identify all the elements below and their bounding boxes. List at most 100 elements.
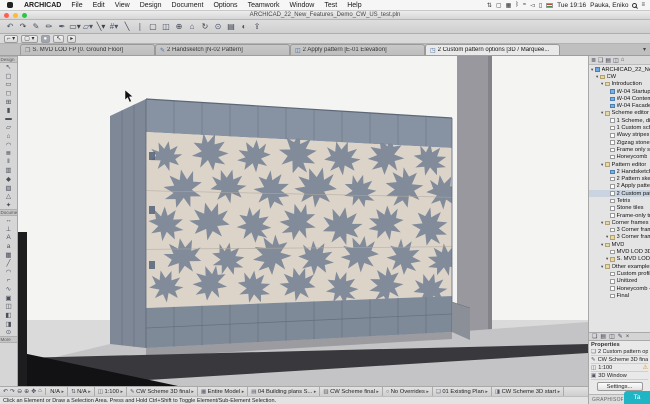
shell-tool[interactable]: ◠ [2,140,16,149]
tab-overflow-button[interactable]: ▾ [643,46,646,53]
navigator-item[interactable]: 2 Pattern sketch [589,175,650,182]
select-mode-button[interactable]: ● [40,34,51,43]
mesh-tool[interactable]: △ [2,192,16,201]
up-level-icon[interactable]: ❏ [598,57,603,64]
navigator-item[interactable]: Wavy stripes [589,132,650,139]
navigator-item[interactable]: CW [589,73,650,80]
slab-tool[interactable]: ▱ [2,123,16,132]
tab-ground-floor[interactable]: ❐ S. MVD LOD FP [0. Ground Floor] [20,44,155,55]
menu-item[interactable]: Test [319,2,342,9]
navigator-item[interactable]: Honeycomb - win [589,285,650,292]
edit-palette-icon[interactable]: ✎ [618,333,623,340]
marquee-tool-dropdown[interactable]: ▢ ▾ [21,34,38,43]
menu-item[interactable]: Help [342,2,366,9]
marquee-icon[interactable]: ▢ [147,21,159,32]
navigator-item[interactable]: Final [589,292,650,299]
grid-snap-dropdown[interactable]: #▾ [108,21,120,32]
3d-viewport-canvas[interactable] [18,56,588,386]
arc-tool[interactable]: ◠ [2,268,16,277]
text-tool[interactable]: A [2,233,16,242]
select-tool[interactable]: ↖ [2,63,16,72]
gravity-dropdown[interactable]: ▭▾ [69,21,81,32]
scale-select[interactable]: ◫ 1:100 ▸ [95,387,127,396]
orbit-icon[interactable]: ↻ [199,21,211,32]
renovation-filter-select[interactable]: ❏ 01 Existing Plan ▸ [433,387,492,396]
menu-item[interactable]: Window [284,2,319,9]
fill-tool[interactable]: ▦ [2,250,16,259]
explore-model-icon[interactable]: ⊙ [212,21,224,32]
forward-icon[interactable]: ↷ [10,388,15,395]
railing-tool[interactable]: ‖ [2,158,16,167]
window-tool[interactable]: ⊞ [2,97,16,106]
navigator-item[interactable]: 2 Handsketch [589,168,650,175]
navigator-item[interactable]: 1 Scheme, division [589,117,650,124]
snap-points-icon[interactable]: ∣ [134,21,146,32]
figure-tool[interactable]: ▣ [2,293,16,302]
marquee-tool[interactable]: ▢ [2,72,16,81]
orientation-select[interactable]: ⇅ N/A ▸ [68,387,95,396]
layers-icon[interactable]: ▤ [225,21,237,32]
navigator-item[interactable]: Custom profiled fr [589,270,650,277]
volume-icon[interactable]: ◅ [530,2,535,9]
menu-item[interactable]: Document [167,2,209,9]
menu-item[interactable]: Teamwork [243,2,285,9]
zoom-icon[interactable]: ⊕ [173,21,185,32]
menu-user-name[interactable]: Pauka, Eniko [590,2,628,9]
menu-item[interactable]: File [66,2,87,9]
wall-tool[interactable]: ▭ [2,80,16,89]
redo-icon[interactable]: ↷ [17,21,29,32]
navigator-item[interactable]: W-04 Facade desi [589,102,650,109]
teamwork-status-icon[interactable]: ⇅ [487,2,492,9]
label-tool[interactable]: a [2,242,16,251]
navigator-item[interactable]: ARCHICAD_22_New_Featu [589,66,650,73]
tab-apply-pattern[interactable]: ◫ 2 Apply pattern [E-01 Elevation] [290,44,425,55]
app-menu[interactable]: ARCHICAD [19,2,66,9]
property-window-row[interactable]: ▣ 3D Window [591,372,648,380]
input-source-flag-icon[interactable] [546,2,554,8]
navigator-item[interactable]: Tetris [589,197,650,204]
navigator-item[interactable]: MVD [589,241,650,248]
settings-button[interactable]: Settings... [596,382,643,391]
navigator-item[interactable]: 3 Corner frames [589,227,650,234]
navigator-item[interactable]: Introduction [589,81,650,88]
arrow-tool-dropdown[interactable]: ⌐ ▾ [4,34,19,43]
bluetooth-icon[interactable]: ᛒ [515,2,519,8]
fit-icon[interactable]: ⌂ [38,388,42,395]
property-scale-row[interactable]: ◫ 1:100 ⚠ [591,364,648,372]
navigator-item[interactable]: Unitized [589,278,650,285]
snap-guides-icon[interactable]: ╲ [121,21,133,32]
publish-icon[interactable]: ⇪ [251,21,263,32]
3d-viewport[interactable] [18,56,588,386]
navigator-item[interactable]: Stone tiles [589,205,650,212]
elevation-tool[interactable]: ◨ [2,319,16,328]
navigator-item[interactable]: Scheme editor [589,110,650,117]
pet-palette-icon[interactable]: ❏ [592,333,597,340]
door-tool[interactable]: ◻ [2,89,16,98]
dimension-tool[interactable]: ↔ [2,216,16,225]
navigator-item[interactable]: Corner frames [589,219,650,226]
column-tool[interactable]: ▮ [2,106,16,115]
menu-item[interactable]: Edit [88,2,110,9]
spline-tool[interactable]: ∿ [2,285,16,294]
cursor-tool-button[interactable]: ↖ [53,34,65,43]
navigator-item[interactable]: Pattern editor [589,161,650,168]
line-tool[interactable]: ╱ [2,259,16,268]
pen-set-select[interactable]: ✎ CW Scheme 3D final ▸ [127,387,198,396]
section-tool[interactable]: ◧ [2,311,16,320]
navigator-item[interactable]: Frame only shadin [589,146,650,153]
menu-item[interactable]: Options [208,2,242,9]
navigator-item[interactable]: S. MVD LOD FP [589,256,650,263]
property-id-row[interactable]: ❏ 2 Custom pattern option [591,348,648,356]
polyline-tool[interactable]: ⌐ [2,276,16,285]
zone-tool[interactable]: ▧ [2,183,16,192]
menu-clock[interactable]: Tue 19:16 [557,2,586,9]
curtain-wall-building[interactable] [110,98,471,348]
navigator-item[interactable]: Honeycomb [589,154,650,161]
publisher-icon[interactable]: ⌂ [621,57,625,63]
navigator-item[interactable]: MVD LOD 3D [589,248,650,255]
tab-handsketch[interactable]: ✎ 2 Handsketch [N-02 Pattern] [155,44,290,55]
navigator-item[interactable]: 2 Custom pattern [589,190,650,198]
editing-plane-dropdown[interactable]: ▱▾ [82,21,94,32]
navigator-item[interactable]: 1 Custom scheme [589,124,650,131]
back-icon[interactable]: ↶ [3,388,8,395]
